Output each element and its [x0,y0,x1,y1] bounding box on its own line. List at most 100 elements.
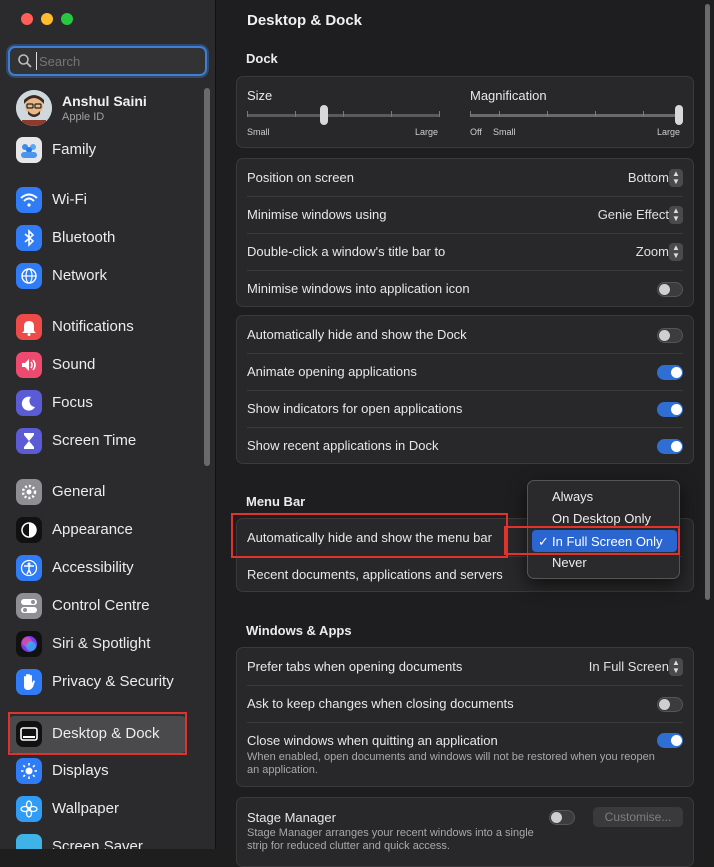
auto-hide-dock-toggle[interactable] [657,328,683,343]
minimise-window-button[interactable] [41,13,53,25]
sidebar-item-label: Screen Saver [52,838,143,849]
double-click-value[interactable]: Zoom [636,244,669,259]
accessibility-icon [16,555,42,581]
search-box[interactable] [8,46,207,76]
row-label: Stage Manager [247,810,336,825]
sidebar-item-wifi[interactable]: Wi-Fi [16,185,196,215]
sidebar-item-screen-saver[interactable]: Screen Saver [16,832,196,849]
updown-stepper-icon[interactable]: ▲ ▼ [669,206,683,224]
sidebar-item-label: Privacy & Security [52,673,174,690]
menu-option-always[interactable]: Always [552,489,593,504]
apple-id-account[interactable]: Anshul Saini Apple ID [16,88,206,128]
sidebar-item-label: Desktop & Dock [52,725,160,742]
show-indicators-row: Show indicators for open applications [247,390,683,427]
sidebar-item-control-centre[interactable]: Control Centre [16,591,196,621]
menu-option-never[interactable]: Never [552,555,587,570]
sidebar-item-focus[interactable]: Focus [16,388,196,418]
row-label: Minimise windows using [247,207,387,222]
magnification-max-label: Large [657,127,681,137]
sidebar-item-label: Control Centre [52,597,150,614]
size-slider-thumb[interactable] [320,105,328,125]
updown-stepper-icon[interactable]: ▲ ▼ [669,243,683,261]
dock-toggles-card: Automatically hide and show the Dock Ani… [236,315,694,464]
magnification-off-label: Off [470,127,482,137]
sidebar-item-family[interactable]: Family [16,135,196,165]
sidebar-scrollbar[interactable] [204,88,210,466]
sidebar-item-bluetooth[interactable]: Bluetooth [16,223,196,253]
customise-button[interactable]: Customise... [593,807,683,827]
minimise-effect-value[interactable]: Genie Effect [598,207,669,222]
position-value[interactable]: Bottom [628,170,669,185]
minimise-into-icon-toggle[interactable] [657,282,683,297]
sidebar-item-accessibility[interactable]: Accessibility [16,553,196,583]
sidebar-item-appearance[interactable]: Appearance [16,515,196,545]
sidebar-item-network[interactable]: Network [16,261,196,291]
sidebar-item-label: Wi-Fi [52,191,87,208]
main-scrollbar[interactable] [705,4,710,600]
sidebar-item-label: Siri & Spotlight [52,635,151,652]
settings-window: Anshul Saini Apple ID Family Wi-Fi Bluet… [0,0,714,867]
globe-icon [16,263,42,289]
row-label: Animate opening applications [247,364,417,379]
row-label: Automatically hide and show the Dock [247,327,467,342]
double-click-title-bar-row[interactable]: Double-click a window's title bar to Zoo… [247,233,683,270]
close-windows-row: Close windows when quitting an applicati… [247,722,683,786]
flower-icon [16,796,42,822]
family-icon [16,137,42,163]
sidebar-item-label: General [52,483,106,500]
close-windows-toggle[interactable] [657,733,683,748]
show-recent-apps-row: Show recent applications in Dock [247,427,683,464]
sidebar: Anshul Saini Apple ID Family Wi-Fi Bluet… [0,0,216,849]
sidebar-item-sound[interactable]: Sound [16,350,196,380]
sidebar-item-privacy-security[interactable]: Privacy & Security [16,667,196,697]
minimise-into-icon-row: Minimise windows into application icon [247,270,683,307]
sidebar-item-general[interactable]: General [16,477,196,507]
search-input[interactable] [36,52,196,70]
zoom-window-button[interactable] [61,13,73,25]
sidebar-item-desktop-dock[interactable]: Desktop & Dock [16,719,196,749]
dock-heading: Dock [246,51,278,66]
hand-icon [16,669,42,695]
sidebar-item-label: Network [52,267,108,284]
sidebar-item-displays[interactable]: Displays [16,756,196,786]
show-indicators-toggle[interactable] [657,402,683,417]
sidebar-item-screen-time[interactable]: Screen Time [16,426,196,456]
row-label: Position on screen [247,170,354,185]
updown-stepper-icon[interactable]: ▲ ▼ [669,658,683,676]
sidebar-item-label: Bluetooth [52,229,116,246]
search-icon [18,54,32,68]
minimise-using-row[interactable]: Minimise windows using Genie Effect ▲ ▼ [247,196,683,233]
menubar-heading: Menu Bar [246,494,306,509]
bell-icon [16,314,42,340]
updown-stepper-icon[interactable]: ▲ ▼ [669,169,683,187]
stage-manager-toggle[interactable] [549,810,575,825]
highlight-box-full-screen-option [504,526,680,555]
sidebar-item-notifications[interactable]: Notifications [16,312,196,342]
dock-options-card: Position on screen Bottom ▲ ▼ Minimise wi… [236,158,694,307]
sidebar-item-label: Family [52,141,97,158]
sidebar-item-wallpaper[interactable]: Wallpaper [16,794,196,824]
prefer-tabs-value[interactable]: In Full Screen [589,659,669,674]
account-name: Anshul Saini [62,93,147,109]
hourglass-icon [16,428,42,454]
sidebar-item-label: Accessibility [52,559,134,576]
stage-manager-description: Stage Manager arranges your recent windo… [247,827,534,852]
menu-option-on-desktop-only[interactable]: On Desktop Only [552,511,651,526]
show-recent-apps-toggle[interactable] [657,439,683,454]
magnification-slider-thumb[interactable] [675,105,683,125]
row-label: Show indicators for open applications [247,401,463,416]
prefer-tabs-row[interactable]: Prefer tabs when opening documents In Fu… [247,648,683,685]
row-label: Recent documents, applications and serve… [247,567,503,582]
toggles-icon [16,593,42,619]
position-on-screen-row[interactable]: Position on screen Bottom ▲ ▼ [247,159,683,196]
highlight-box-menubar-row [231,513,508,558]
magnification-label: Magnification [470,88,547,103]
close-window-button[interactable] [21,13,33,25]
sidebar-item-label: Wallpaper [52,800,119,817]
animate-opening-row: Animate opening applications [247,353,683,390]
animate-opening-toggle[interactable] [657,365,683,380]
sidebar-item-siri-spotlight[interactable]: Siri & Spotlight [16,629,196,659]
ask-keep-changes-toggle[interactable] [657,697,683,712]
size-label: Size [247,88,273,103]
moon-icon [16,390,42,416]
